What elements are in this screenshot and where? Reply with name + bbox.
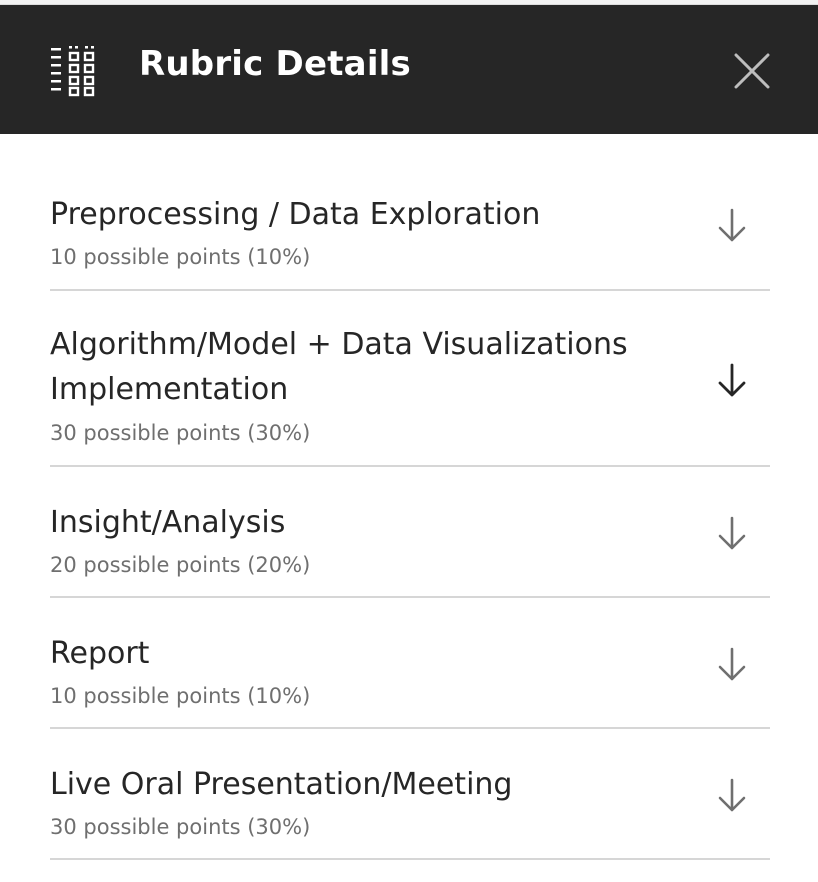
criterion-title: Algorithm/Model + Data Visualizations Im… xyxy=(50,327,628,407)
criterion-item[interactable]: Live Oral Presentation/Meeting 30 possib… xyxy=(50,729,770,860)
rubric-criteria-list: Preprocessing / Data Exploration 10 poss… xyxy=(50,134,770,860)
criterion-title: Insight/Analysis xyxy=(50,505,286,540)
criterion-item[interactable]: Insight/Analysis 20 possible points (20%… xyxy=(50,467,770,598)
criterion-points: 30 possible points (30%) xyxy=(50,421,311,445)
rubric-header: Rubric Details xyxy=(0,5,818,134)
arrow-down-icon[interactable] xyxy=(712,361,752,401)
criterion-points: 30 possible points (30%) xyxy=(50,815,311,839)
criterion-item[interactable]: Preprocessing / Data Exploration 10 poss… xyxy=(50,134,770,291)
page-title: Rubric Details xyxy=(139,44,411,84)
criterion-points: 10 possible points (10%) xyxy=(50,684,311,708)
criterion-title: Live Oral Presentation/Meeting xyxy=(50,767,513,802)
criterion-points: 10 possible points (10%) xyxy=(50,245,311,269)
criterion-item[interactable]: Report 10 possible points (10%) xyxy=(50,598,770,729)
criterion-points: 20 possible points (20%) xyxy=(50,553,311,577)
criterion-title: Report xyxy=(50,636,150,671)
arrow-down-icon[interactable] xyxy=(712,514,752,554)
close-icon[interactable] xyxy=(730,49,774,93)
arrow-down-icon[interactable] xyxy=(712,206,752,246)
arrow-down-icon[interactable] xyxy=(712,645,752,685)
criterion-title: Preprocessing / Data Exploration xyxy=(50,197,541,232)
criterion-item[interactable]: Algorithm/Model + Data Visualizations Im… xyxy=(50,291,770,467)
arrow-down-icon[interactable] xyxy=(712,776,752,816)
rubric-grid-icon xyxy=(49,43,99,97)
